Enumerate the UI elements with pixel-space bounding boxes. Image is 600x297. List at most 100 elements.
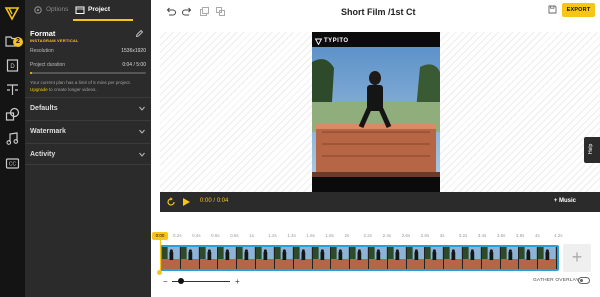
clip-frame-thumbnail <box>180 247 200 269</box>
ruler-tick-label: 2.6s <box>401 233 411 238</box>
clip-frame-thumbnail <box>237 247 257 269</box>
section-defaults-label: Defaults <box>30 105 58 112</box>
video-clip-track[interactable] <box>160 245 559 271</box>
add-clip-button[interactable]: + <box>563 244 591 272</box>
ruler-tick-label: 2.4s <box>382 233 392 238</box>
video-editor: 2 D CC Options Project Format INSTAGRAM … <box>0 0 600 297</box>
redo-icon[interactable] <box>182 6 193 17</box>
ruler-tick-label: 3.2s <box>458 233 468 238</box>
ruler-tick-label: 0.2s <box>173 233 182 238</box>
plan-limit-tail: to create longer videos. <box>47 87 97 92</box>
delete-layer-icon[interactable] <box>215 6 226 17</box>
ruler-tick-label: 3.6s <box>496 233 506 238</box>
text-icon[interactable] <box>5 82 20 97</box>
ruler-tick-label: 3s <box>439 233 445 238</box>
video-preview[interactable]: TYPITO <box>312 32 440 192</box>
zoom-out-button[interactable]: − <box>163 277 168 286</box>
duplicate-icon[interactable] <box>199 6 210 17</box>
section-watermark-label: Watermark <box>30 128 66 135</box>
edit-pencil-icon[interactable] <box>135 29 144 38</box>
preview-frame-image <box>312 47 440 177</box>
plan-limit-text: Your current plan has a limit of 5 mins … <box>30 80 131 85</box>
ruler-tick-label: 3.4s <box>477 233 487 238</box>
add-music-button[interactable]: + Music <box>554 198 576 204</box>
ruler-tick-label: 0.4s <box>192 233 201 238</box>
section-defaults[interactable]: Defaults <box>25 97 151 119</box>
clip-frame-thumbnail <box>463 247 482 269</box>
music-icon[interactable] <box>5 131 20 146</box>
tab-options-label: Options <box>46 6 69 13</box>
ruler-tick-label: 1.8s <box>325 233 334 238</box>
clip-frame-thumbnail <box>350 247 369 269</box>
clip-frame-thumbnail <box>425 247 445 269</box>
clip-frame-thumbnail <box>312 247 332 269</box>
typito-watermark-text: TYPITO <box>324 38 349 44</box>
ruler-tick-label: 2.2s <box>363 233 373 238</box>
gather-overlays-toggle[interactable] <box>578 277 590 284</box>
svg-text:D: D <box>10 64 15 70</box>
clip-frame-thumbnail <box>481 247 501 269</box>
toggle-knob <box>580 279 583 282</box>
time-separator: / <box>213 198 216 204</box>
clip-frame-thumbnail <box>199 247 219 269</box>
icon-rail: 2 D CC <box>0 0 25 297</box>
save-icon[interactable] <box>548 5 557 14</box>
duration-row: Project duration 0:04 / 5:00 <box>30 62 146 68</box>
timeline-ruler[interactable]: 0.2s 0.4s 0.6s 0.8s 1s 1.2s 1.4s 1.6s 1.8s 2s 2.2s… <box>160 233 563 241</box>
typito-watermark-icon <box>315 38 322 45</box>
ruler-tick-label: 2.8s <box>420 233 430 238</box>
format-title: Format <box>30 29 56 38</box>
duration-value: 0:04 / 5:00 <box>122 62 146 68</box>
clip-frame-thumbnail <box>162 247 181 269</box>
duration-label: Project duration <box>30 62 66 68</box>
typito-logo-icon[interactable] <box>4 5 20 21</box>
playhead-line[interactable] <box>159 240 161 273</box>
film-icon <box>75 6 85 14</box>
undo-icon[interactable] <box>165 6 176 17</box>
duration-progress-bar <box>30 72 146 74</box>
media-count-badge: 2 <box>13 37 23 47</box>
panel-tabs: Options Project <box>25 0 151 21</box>
ruler-tick-label: 3.8s <box>515 233 525 238</box>
ruler-tick-label: 4.2s <box>554 233 563 238</box>
section-watermark[interactable]: Watermark <box>25 120 151 142</box>
clip-frame-thumbnail <box>256 247 275 269</box>
canvas-stage: TYPITO <box>160 32 600 192</box>
ruler-tick-label: 0.6s <box>211 233 220 238</box>
resolution-value: 1536x1920 <box>121 48 146 54</box>
ruler-tick-label: 0.8s <box>230 233 239 238</box>
replay-icon[interactable] <box>166 197 176 207</box>
document-icon[interactable]: D <box>5 58 20 73</box>
ruler-tick-label: 1.6s <box>306 233 315 238</box>
project-title[interactable]: Short Film /1st Ct <box>341 7 416 17</box>
ruler-tick-label: 1s <box>249 233 254 238</box>
play-icon[interactable] <box>182 197 191 207</box>
chevron-down-icon <box>139 152 145 157</box>
clip-frame-thumbnail <box>538 247 557 269</box>
upgrade-link[interactable]: Upgrade <box>30 87 48 92</box>
clip-frame-thumbnail <box>293 247 313 269</box>
ruler-tick-label: 2s <box>344 233 350 238</box>
clip-frame-thumbnail <box>331 247 351 269</box>
section-activity-label: Activity <box>30 151 56 158</box>
zoom-slider-knob[interactable] <box>177 278 184 284</box>
active-tab-indicator <box>73 19 133 21</box>
export-button[interactable]: EXPORT <box>562 3 595 17</box>
clip-frame-thumbnail <box>500 247 520 269</box>
clip-frame-thumbnail <box>218 247 238 269</box>
shapes-icon[interactable] <box>5 107 20 122</box>
svg-text:CC: CC <box>9 162 17 168</box>
help-label: Help <box>588 143 594 154</box>
playhead-time-badge[interactable]: 0:00 <box>152 232 168 240</box>
clip-frame-thumbnail <box>406 247 426 269</box>
duration-progress-fill <box>30 72 32 74</box>
help-button[interactable]: Help <box>584 137 600 163</box>
clip-frame-thumbnail <box>519 247 539 269</box>
player-bar: 0:00 / 0:04 + Music <box>160 192 600 212</box>
zoom-in-button[interactable]: + <box>235 277 240 286</box>
captions-icon[interactable]: CC <box>5 156 20 171</box>
playhead-handle[interactable] <box>157 270 162 275</box>
section-activity[interactable]: Activity <box>25 143 151 165</box>
chevron-down-icon <box>139 106 145 111</box>
clip-frame-thumbnail <box>274 247 294 269</box>
